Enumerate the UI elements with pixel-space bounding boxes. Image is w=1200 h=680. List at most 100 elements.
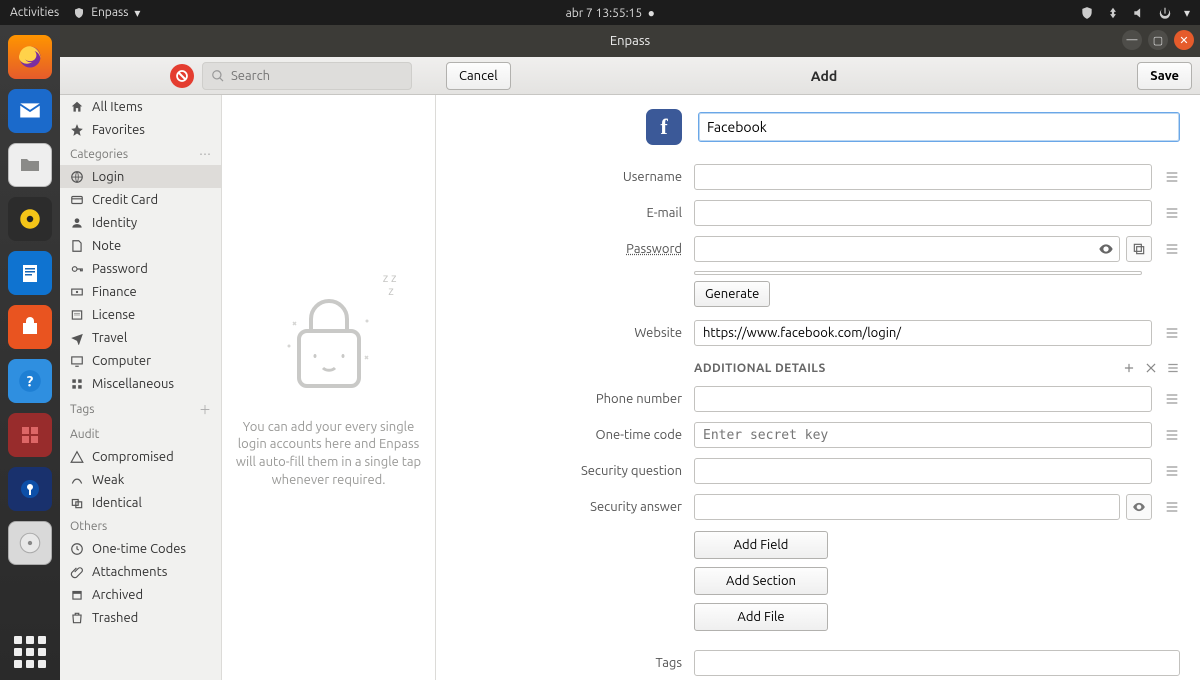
paperclip-icon <box>70 565 84 579</box>
cancel-button[interactable]: Cancel <box>446 62 511 90</box>
sidebar-item-weak[interactable]: Weak <box>60 468 221 491</box>
label-seca: Security answer <box>446 500 682 514</box>
more-icon[interactable]: ⋯ <box>199 147 211 161</box>
dock-files[interactable] <box>8 143 52 187</box>
field-menu-icon[interactable] <box>1164 325 1180 341</box>
label-secq: Security question <box>446 464 682 478</box>
tags-input[interactable] <box>694 650 1180 676</box>
sidebar-item-favorites[interactable]: Favorites <box>60 118 221 141</box>
field-menu-icon[interactable] <box>1164 205 1180 221</box>
item-icon[interactable]: f <box>646 109 682 145</box>
label-website: Website <box>446 326 682 340</box>
power-icon[interactable] <box>1158 6 1172 20</box>
dock-media[interactable] <box>8 521 52 565</box>
sidebar-item-compromised[interactable]: Compromised <box>60 445 221 468</box>
eye-icon <box>1132 500 1146 514</box>
label-phone: Phone number <box>446 392 682 406</box>
sidebar-item-archived[interactable]: Archived <box>60 583 221 606</box>
volume-icon[interactable] <box>1132 6 1146 20</box>
dock-firefox[interactable] <box>8 35 52 79</box>
title-input[interactable] <box>698 112 1180 142</box>
email-input[interactable] <box>694 200 1152 226</box>
section-menu-icon[interactable] <box>1166 361 1180 375</box>
search-field[interactable] <box>202 62 412 90</box>
window-close[interactable]: ✕ <box>1174 30 1194 50</box>
add-file-button[interactable]: Add File <box>694 603 828 631</box>
chevron-down-icon[interactable]: ▾ <box>1184 6 1190 20</box>
label-tags: Tags <box>446 656 682 670</box>
misc-icon <box>70 377 84 391</box>
phone-input[interactable] <box>694 386 1152 412</box>
dock-rhythmbox[interactable] <box>8 197 52 241</box>
dock-libreoffice-writer[interactable] <box>8 251 52 295</box>
card-icon <box>70 193 84 207</box>
item-list: z z z You can add your every single logi… <box>222 95 436 680</box>
generate-button[interactable]: Generate <box>694 281 770 307</box>
field-menu-icon[interactable] <box>1164 169 1180 185</box>
add-section-button[interactable]: Add Section <box>694 567 828 595</box>
clock-icon <box>70 542 84 556</box>
field-menu-icon[interactable] <box>1164 391 1180 407</box>
dock-enpass[interactable] <box>8 467 52 511</box>
note-icon <box>70 239 84 253</box>
add-tag-icon[interactable]: ＋ <box>199 401 211 418</box>
weak-icon <box>70 473 84 487</box>
website-input[interactable] <box>694 320 1152 346</box>
window-minimize[interactable]: ― <box>1122 30 1142 50</box>
seca-input[interactable] <box>694 494 1120 520</box>
username-input[interactable] <box>694 164 1152 190</box>
shield-icon <box>73 7 85 19</box>
save-button[interactable]: Save <box>1137 62 1192 90</box>
plus-icon[interactable] <box>1122 361 1136 375</box>
copy-icon <box>1132 242 1146 256</box>
sidebar-item-finance[interactable]: Finance <box>60 280 221 303</box>
add-field-button[interactable]: Add Field <box>694 531 828 559</box>
sync-disabled-icon[interactable] <box>170 64 194 88</box>
eye-icon[interactable] <box>1098 241 1114 257</box>
sidebar-item-trashed[interactable]: Trashed <box>60 606 221 629</box>
reveal-seca-button[interactable] <box>1126 494 1152 520</box>
field-menu-icon[interactable] <box>1164 427 1180 443</box>
sidebar-item-password[interactable]: Password <box>60 257 221 280</box>
network-icon[interactable] <box>1106 6 1120 20</box>
sidebar-item-travel[interactable]: Travel <box>60 326 221 349</box>
password-input[interactable] <box>694 236 1120 262</box>
sidebar-item-attachments[interactable]: Attachments <box>60 560 221 583</box>
field-menu-icon[interactable] <box>1164 463 1180 479</box>
activities-button[interactable]: Activities <box>10 6 59 19</box>
label-password[interactable]: Password <box>446 242 682 256</box>
secq-input[interactable] <box>694 458 1152 484</box>
sidebar: All Items Favorites Categories⋯ Login Cr… <box>60 95 222 680</box>
search-icon <box>211 69 225 83</box>
dock-thunderbird[interactable] <box>8 89 52 133</box>
plane-icon <box>70 331 84 345</box>
otp-input[interactable] <box>694 422 1152 448</box>
sidebar-item-identity[interactable]: Identity <box>60 211 221 234</box>
copy-password-button[interactable] <box>1126 236 1152 262</box>
dock-show-apps[interactable] <box>14 636 46 668</box>
sidebar-item-license[interactable]: License <box>60 303 221 326</box>
sidebar-item-login[interactable]: Login <box>60 165 221 188</box>
search-input[interactable] <box>231 69 403 83</box>
ubuntu-top-bar: Activities Enpass ▾ abr 7 13:55:15 ● ▾ <box>0 0 1200 25</box>
globe-icon <box>70 170 84 184</box>
trash-icon <box>70 611 84 625</box>
dock-software[interactable] <box>8 305 52 349</box>
field-menu-icon[interactable] <box>1164 499 1180 515</box>
sidebar-item-creditcard[interactable]: Credit Card <box>60 188 221 211</box>
close-icon[interactable] <box>1144 361 1158 375</box>
sidebar-item-all[interactable]: All Items <box>60 95 221 118</box>
warning-icon <box>70 450 84 464</box>
sidebar-item-identical[interactable]: Identical <box>60 491 221 514</box>
person-icon <box>70 216 84 230</box>
tray-shield-icon[interactable] <box>1080 6 1094 20</box>
dock-app-red[interactable] <box>8 413 52 457</box>
sidebar-item-otp[interactable]: One-time Codes <box>60 537 221 560</box>
window-maximize[interactable]: ▢ <box>1148 30 1168 50</box>
dock-help[interactable]: ? <box>8 359 52 403</box>
sidebar-item-computer[interactable]: Computer <box>60 349 221 372</box>
app-menu[interactable]: Enpass ▾ <box>73 6 140 20</box>
sidebar-item-misc[interactable]: Miscellaneous <box>60 372 221 395</box>
sidebar-item-note[interactable]: Note <box>60 234 221 257</box>
field-menu-icon[interactable] <box>1164 241 1180 257</box>
